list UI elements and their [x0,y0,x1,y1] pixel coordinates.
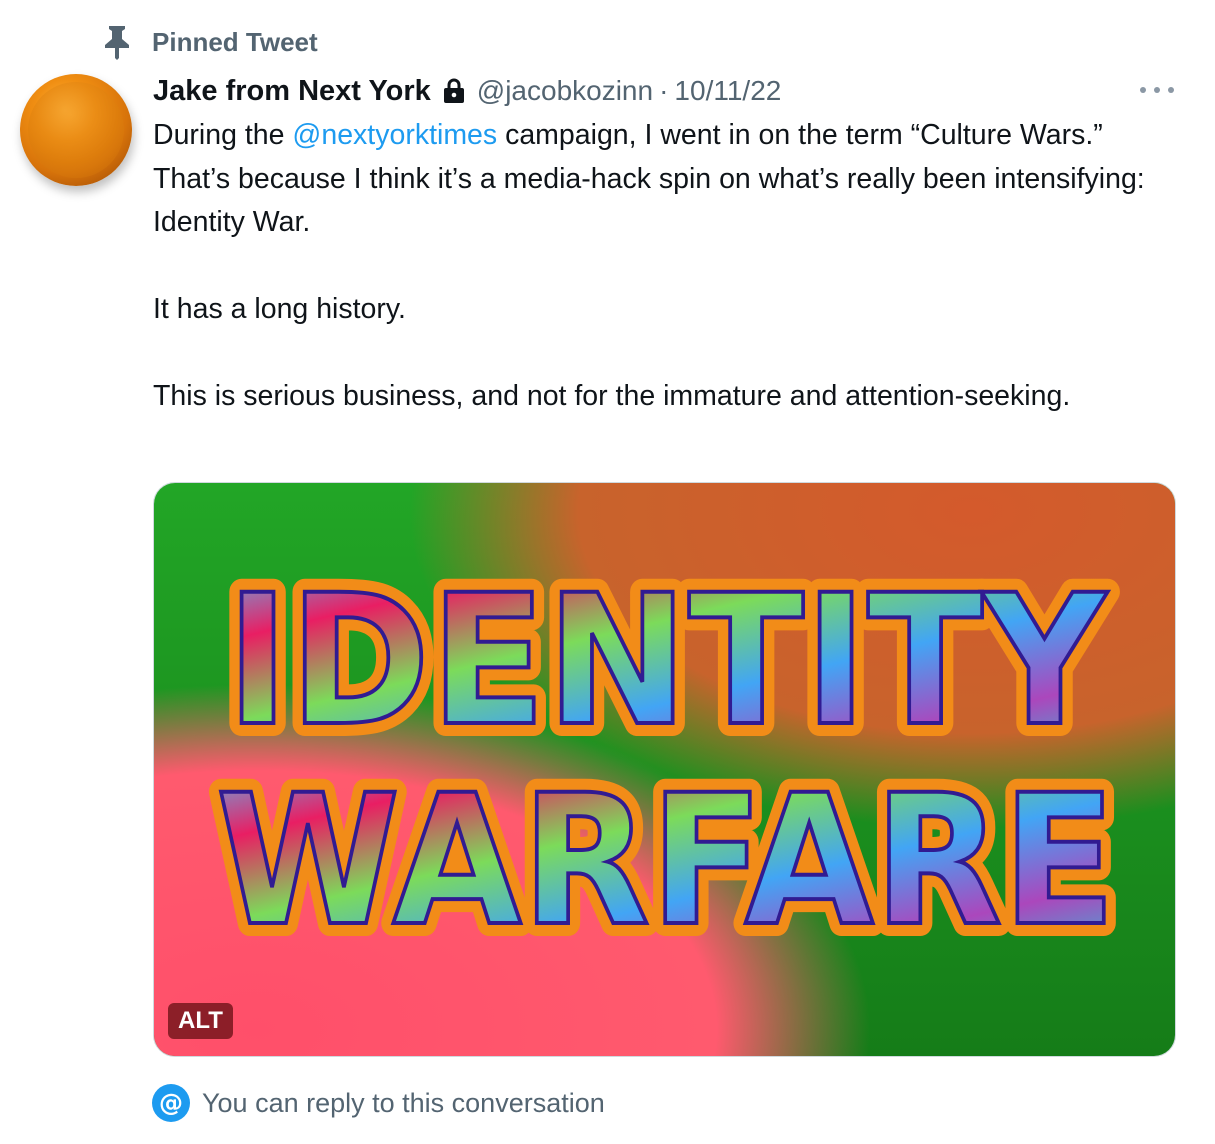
reply-permission-label: You can reply to this conversation [202,1087,605,1118]
tweet-paragraph-2: It has a long history. [153,293,406,325]
at-icon: @ [152,1084,190,1122]
tweet-date[interactable]: 10/11/22 [674,75,781,107]
pin-icon [105,26,129,60]
user-handle[interactable]: @jacobkozinn [477,75,653,107]
mention-link[interactable]: @nextyorktimes [292,119,497,151]
reply-permission: @ You can reply to this conversation [152,1082,605,1124]
alt-badge[interactable]: ALT [168,1003,233,1039]
lock-icon [443,78,464,103]
display-name[interactable]: Jake from Next York [153,75,431,108]
pinned-indicator: Pinned Tweet [100,22,318,62]
separator-dot: · [659,75,669,106]
tweet-paragraph-3: This is serious business, and not for th… [153,380,1071,412]
tweet-header: Jake from Next York @jacobkozinn · 10/11… [153,70,781,112]
image-title-line-2: WARFARE [216,757,1116,966]
more-icon[interactable] [1140,78,1174,102]
tweet-paragraph-1: During the @nextyorktimes campaign, I we… [153,119,1145,238]
tweet-image[interactable]: IDENTITY IDENTITY WARFARE WARFARE ALT [153,482,1176,1057]
tweet-text: During the @nextyorktimes campaign, I we… [153,114,1153,419]
image-title-line-1: IDENTITY [226,557,1109,766]
pinned-label: Pinned Tweet [152,26,318,57]
avatar[interactable] [20,74,132,186]
